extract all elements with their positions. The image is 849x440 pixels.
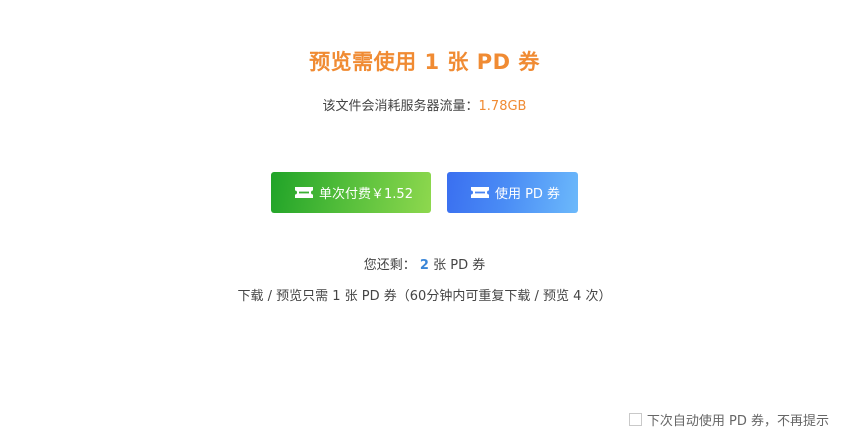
pd-coupon-preview-dialog: 预览需使用 1 张 PD 券 该文件会消耗服务器流量：1.78GB 单次付费￥1… xyxy=(0,0,849,440)
coupon-balance: 您还剩： 2 张 PD 券 xyxy=(0,254,849,273)
balance-count: 2 xyxy=(419,258,429,273)
balance-label: 您还剩： xyxy=(363,258,416,273)
single-pay-label: 单次付费￥1.52 xyxy=(319,187,413,202)
use-coupon-label: 使用 PD 券 xyxy=(494,187,561,202)
page-title: 预览需使用 1 张 PD 券 xyxy=(309,50,540,74)
traffic-label: 该文件会消耗服务器流量： xyxy=(322,99,479,114)
ticket-icon xyxy=(295,187,314,198)
traffic-info: 该文件会消耗服务器流量：1.78GB xyxy=(0,95,849,114)
usage-note: 下载 / 预览只需 1 张 PD 券（60分钟内可重复下载 / 预览 4 次） xyxy=(237,289,612,304)
auto-use-option[interactable]: 下次自动使用 PD 券，不再提示 xyxy=(628,410,829,429)
use-coupon-button[interactable]: 使用 PD 券 xyxy=(447,172,578,213)
traffic-value: 1.78GB xyxy=(478,99,527,114)
auto-use-checkbox[interactable] xyxy=(628,413,642,426)
action-buttons: 单次付费￥1.52 使用 PD 券 xyxy=(0,172,849,213)
balance-unit: 张 PD 券 xyxy=(433,258,486,273)
single-pay-button[interactable]: 单次付费￥1.52 xyxy=(271,172,431,213)
ticket-icon xyxy=(470,187,489,198)
auto-use-label: 下次自动使用 PD 券，不再提示 xyxy=(646,414,829,429)
